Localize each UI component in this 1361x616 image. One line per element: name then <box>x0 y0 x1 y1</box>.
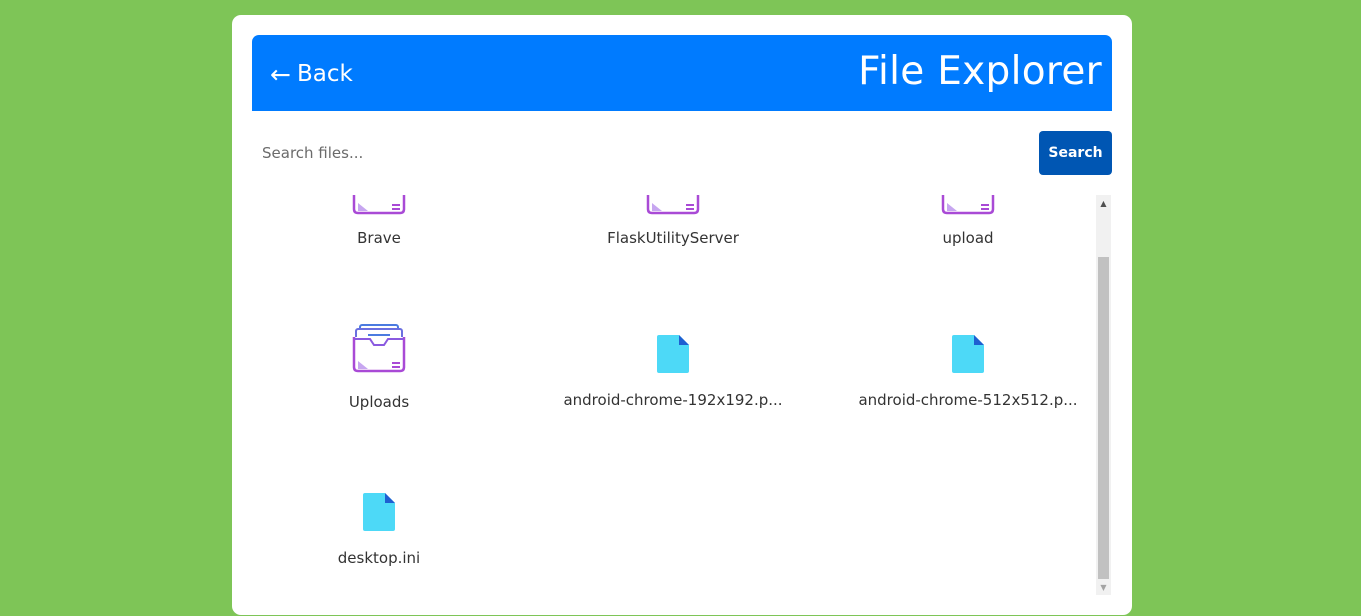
scrollbar[interactable]: ▲ ▼ <box>1096 195 1111 595</box>
file-icon <box>657 335 689 373</box>
folder-icon <box>352 195 406 215</box>
folder-icon <box>941 195 995 215</box>
file-name: android-chrome-192x192.p... <box>563 391 783 409</box>
file-explorer-card: ← Back File Explorer Search Brave <box>232 15 1132 615</box>
back-button[interactable]: ← Back <box>270 60 353 89</box>
file-name: desktop.ini <box>337 549 421 567</box>
scroll-up-arrow-icon[interactable]: ▲ <box>1096 195 1111 211</box>
file-icon <box>952 335 984 373</box>
file-name: Uploads <box>348 393 410 411</box>
search-input[interactable] <box>252 131 1039 175</box>
file-name: Brave <box>357 229 401 247</box>
file-item-android-chrome-192[interactable]: android-chrome-192x192.p... <box>558 335 788 409</box>
scrollbar-thumb[interactable] <box>1098 257 1109 579</box>
file-item-brave[interactable]: Brave <box>264 195 494 247</box>
scroll-down-arrow-icon[interactable]: ▼ <box>1096 579 1111 595</box>
search-bar: Search <box>252 131 1112 175</box>
file-item-desktop-ini[interactable]: desktop.ini <box>264 493 494 567</box>
file-item-flaskutilityserver[interactable]: FlaskUtilityServer <box>558 195 788 247</box>
file-name: android-chrome-512x512.p... <box>858 391 1078 409</box>
file-item-uploads[interactable]: Uploads <box>264 323 494 411</box>
back-label: Back <box>296 61 353 87</box>
search-button[interactable]: Search <box>1039 131 1112 175</box>
header-bar: ← Back File Explorer <box>252 35 1112 111</box>
file-name: upload <box>942 229 994 247</box>
file-item-upload[interactable]: upload <box>853 195 1083 247</box>
back-arrow-icon: ← <box>270 59 291 89</box>
folder-icon <box>646 195 700 215</box>
file-item-android-chrome-512[interactable]: android-chrome-512x512.p... <box>853 335 1083 409</box>
file-grid: Brave FlaskUtilityServer upload Uploads … <box>252 195 1112 595</box>
folder-icon <box>352 324 406 373</box>
page-title: File Explorer <box>858 48 1102 94</box>
file-icon <box>363 493 395 531</box>
file-name: FlaskUtilityServer <box>607 229 739 247</box>
